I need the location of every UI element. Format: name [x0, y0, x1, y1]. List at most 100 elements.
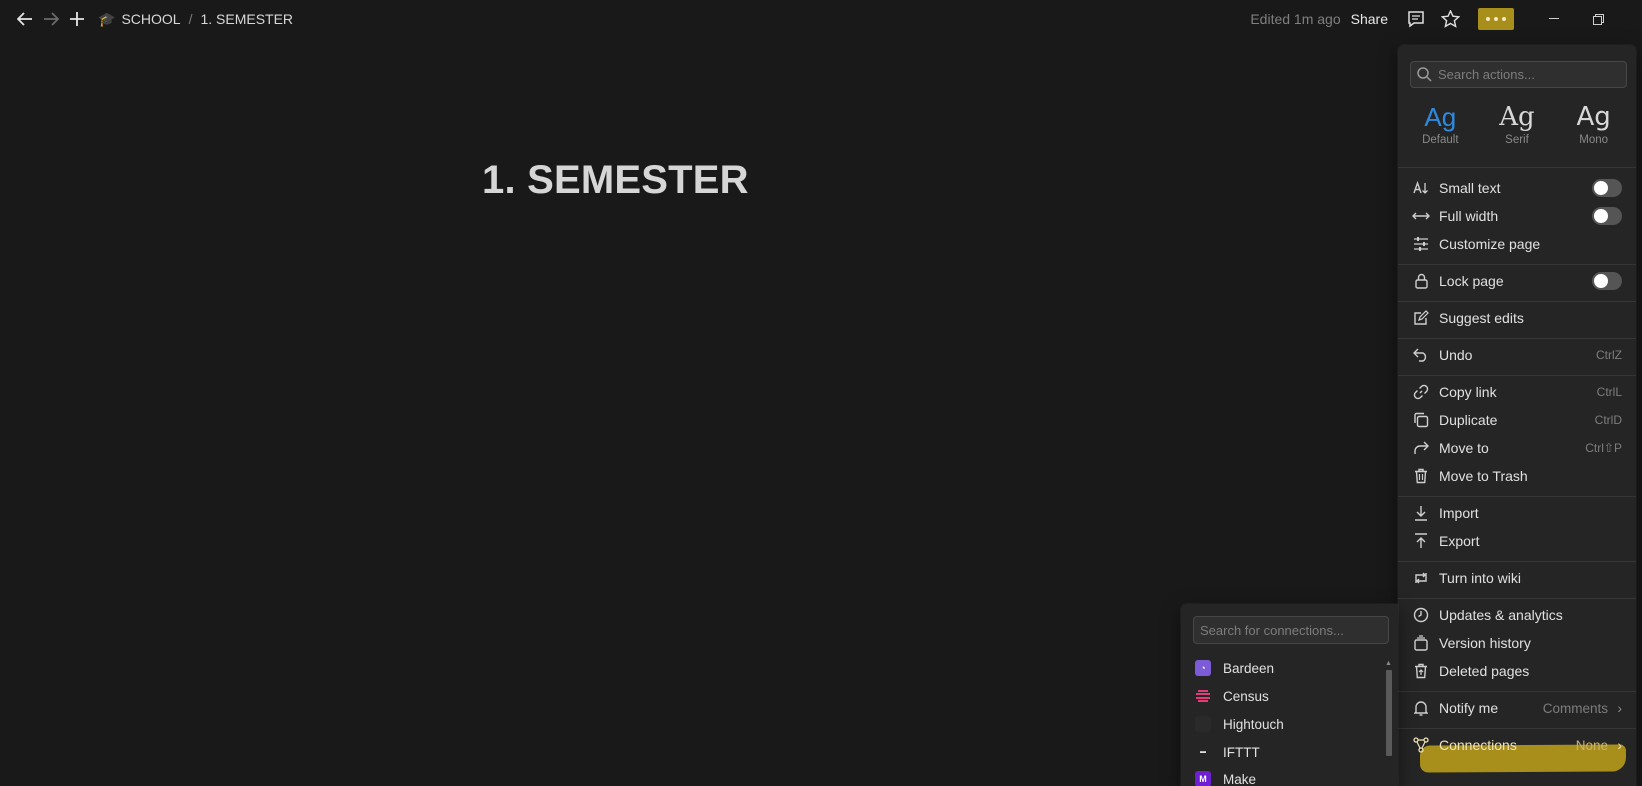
deleted-pages-label: Deleted pages: [1439, 663, 1530, 679]
divider: [1398, 561, 1636, 562]
undo-shortcut: CtrlZ: [1596, 348, 1622, 362]
lock-icon: [1412, 272, 1430, 290]
connection-ifttt[interactable]: ▬ IFTTT: [1187, 738, 1377, 766]
arrow-left-icon[interactable]: [12, 6, 38, 32]
font-mono-glyph: Ag: [1576, 102, 1611, 132]
small-text-icon: [1412, 179, 1430, 197]
minimize-icon[interactable]: [1532, 0, 1576, 38]
duplicate-item[interactable]: Duplicate CtrlD: [1404, 406, 1630, 434]
deleted-pages-item[interactable]: Deleted pages: [1404, 657, 1630, 685]
deleted-pages-icon: [1412, 662, 1430, 680]
move-to-trash-item[interactable]: Move to Trash: [1404, 462, 1630, 490]
font-default-option[interactable]: Ag Default: [1406, 100, 1474, 160]
undo-label: Undo: [1439, 347, 1473, 363]
connection-name: IFTTT: [1223, 744, 1260, 760]
import-item[interactable]: Import: [1404, 499, 1630, 527]
full-width-item[interactable]: Full width: [1404, 202, 1630, 230]
duplicate-label: Duplicate: [1439, 412, 1498, 428]
copy-link-item[interactable]: Copy link CtrlL: [1404, 378, 1630, 406]
search-actions: [1410, 61, 1627, 88]
scroll-thumb[interactable]: [1386, 670, 1392, 756]
connections-label: Connections: [1439, 737, 1517, 753]
connection-make[interactable]: M Make: [1187, 765, 1377, 786]
connections-search-input[interactable]: [1200, 622, 1388, 638]
lock-page-label: Lock page: [1439, 273, 1504, 289]
connections-scrollbar[interactable]: ▲: [1384, 660, 1394, 786]
export-label: Export: [1439, 533, 1480, 549]
divider: [1398, 598, 1636, 599]
font-picker: Ag Default Ag Serif Ag Mono: [1398, 100, 1636, 160]
version-history-item[interactable]: Version history: [1404, 629, 1630, 657]
undo-item[interactable]: Undo CtrlZ: [1404, 341, 1630, 369]
small-text-item[interactable]: Small text: [1404, 174, 1630, 202]
lock-page-toggle[interactable]: [1592, 272, 1622, 290]
notify-me-label: Notify me: [1439, 700, 1499, 716]
connections-submenu: ◔ Bardeen Census Hightouch ▬ IFTTT M Mak…: [1181, 604, 1398, 786]
make-logo-icon: M: [1195, 771, 1211, 786]
star-icon[interactable]: [1436, 5, 1464, 33]
copy-link-label: Copy link: [1439, 384, 1497, 400]
page-title[interactable]: 1. SEMESTER: [482, 158, 749, 203]
font-default-label: Default: [1422, 134, 1459, 146]
more-dots-icon[interactable]: [1478, 8, 1514, 30]
updates-analytics-item[interactable]: Updates & analytics: [1404, 601, 1630, 629]
edited-status: Edited 1m ago: [1250, 11, 1341, 27]
font-serif-glyph: Ag: [1499, 102, 1535, 132]
duplicate-shortcut: CtrlD: [1594, 413, 1622, 427]
font-serif-option[interactable]: Ag Serif: [1483, 100, 1551, 160]
copy-link-shortcut: CtrlL: [1596, 385, 1622, 399]
export-item[interactable]: Export: [1404, 527, 1630, 555]
breadcrumb-current[interactable]: 1. SEMESTER: [200, 11, 293, 27]
connection-hightouch[interactable]: Hightouch: [1187, 710, 1377, 738]
divider: [1398, 338, 1636, 339]
font-serif-label: Serif: [1505, 134, 1529, 146]
notify-me-value: Comments: [1542, 700, 1608, 716]
share-button[interactable]: Share: [1351, 11, 1388, 27]
plus-icon[interactable]: [64, 6, 90, 32]
notify-me-item[interactable]: Notify me Comments ›: [1404, 694, 1630, 722]
page-actions-menu: Ag Default Ag Serif Ag Mono Small text F…: [1398, 45, 1636, 786]
import-label: Import: [1439, 505, 1479, 521]
bardeen-logo-icon: ◔: [1195, 660, 1211, 676]
divider: [1398, 375, 1636, 376]
turn-into-wiki-item[interactable]: Turn into wiki: [1404, 564, 1630, 592]
connection-name: Bardeen: [1223, 660, 1275, 676]
full-width-toggle[interactable]: [1592, 207, 1622, 225]
restore-icon[interactable]: [1576, 0, 1620, 38]
export-icon: [1412, 532, 1430, 550]
customize-page-label: Customize page: [1439, 236, 1541, 252]
move-to-shortcut: Ctrl⇧P: [1585, 441, 1622, 455]
search-icon: [1417, 67, 1432, 82]
font-default-glyph: Ag: [1424, 102, 1457, 132]
small-text-toggle[interactable]: [1592, 179, 1622, 197]
font-mono-option[interactable]: Ag Mono: [1560, 100, 1628, 160]
connection-name: Census: [1223, 688, 1269, 704]
comment-icon[interactable]: [1402, 5, 1430, 33]
arrow-right-icon[interactable]: [38, 6, 64, 32]
divider: [1398, 496, 1636, 497]
bell-icon: [1412, 699, 1430, 717]
sliders-icon: [1412, 235, 1430, 253]
suggest-edit-icon: [1412, 309, 1430, 327]
top-actions: Edited 1m ago Share: [1250, 0, 1642, 38]
customize-page-item[interactable]: Customize page: [1404, 230, 1630, 258]
divider: [1398, 728, 1636, 729]
connection-name: Hightouch: [1223, 716, 1284, 732]
connections-item[interactable]: Connections None ›: [1404, 731, 1630, 759]
full-width-label: Full width: [1439, 208, 1499, 224]
duplicate-icon: [1412, 411, 1430, 429]
connection-bardeen[interactable]: ◔ Bardeen: [1187, 654, 1377, 682]
connections-value: None: [1575, 737, 1608, 753]
search-actions-input[interactable]: [1438, 67, 1626, 82]
hightouch-logo-icon: [1195, 716, 1211, 732]
move-arrow-icon: [1412, 439, 1430, 457]
updates-analytics-label: Updates & analytics: [1439, 607, 1563, 623]
suggest-edits-item[interactable]: Suggest edits: [1404, 304, 1630, 332]
connection-census[interactable]: Census: [1187, 682, 1377, 710]
breadcrumb-school[interactable]: SCHOOL: [121, 11, 180, 27]
connection-name: Make: [1223, 771, 1257, 786]
lock-page-item[interactable]: Lock page: [1404, 267, 1630, 295]
move-to-item[interactable]: Move to Ctrl⇧P: [1404, 434, 1630, 462]
scroll-up-icon[interactable]: ▲: [1385, 660, 1392, 667]
breadcrumb-separator: /: [188, 11, 193, 27]
